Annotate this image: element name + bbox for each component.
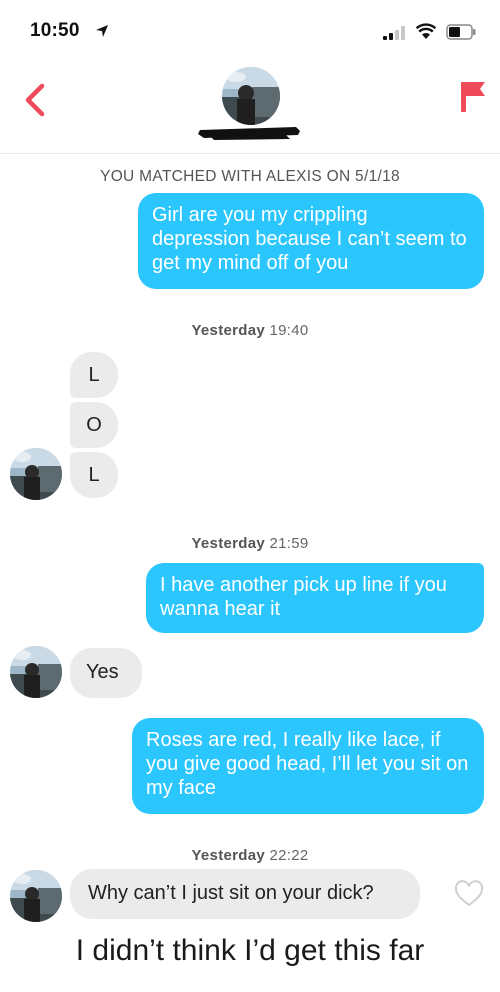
message-bubble-outgoing: Roses are red, I really like lace, if yo… bbox=[132, 718, 484, 814]
location-arrow-icon bbox=[96, 25, 108, 37]
message-text: L bbox=[88, 364, 100, 386]
sender-avatar[interactable] bbox=[10, 646, 62, 698]
heart-icon[interactable] bbox=[454, 880, 484, 908]
sender-avatar[interactable] bbox=[10, 870, 62, 922]
message-bubble-incoming: Yes bbox=[70, 648, 142, 698]
message-bubble-outgoing: Girl are you my crippling depression bec… bbox=[138, 193, 484, 289]
message-text: I have another pick up line if you wanna… bbox=[160, 574, 447, 620]
battery-icon bbox=[446, 24, 476, 40]
message-bubble-incoming: L bbox=[70, 352, 118, 398]
message-text: L bbox=[88, 464, 100, 486]
message-bubble-outgoing: I have another pick up line if you wanna… bbox=[146, 563, 484, 633]
match-info: YOU MATCHED WITH ALEXIS ON 5/1/18 bbox=[100, 168, 400, 185]
timestamp-time: 22:22 bbox=[269, 847, 309, 864]
message-bubble-incoming: O bbox=[70, 402, 118, 448]
message-text: Roses are red, I really like lace, if yo… bbox=[146, 729, 469, 799]
wifi-icon bbox=[416, 23, 436, 39]
timestamp-day: Yesterday bbox=[191, 535, 266, 552]
timestamp-time: 19:40 bbox=[269, 322, 309, 339]
timestamp-time: 21:59 bbox=[269, 535, 309, 552]
message-text: Yes bbox=[86, 661, 119, 683]
status-time: 10:50 bbox=[30, 20, 80, 41]
message-bubble-incoming: Why can’t I just sit on your dick? bbox=[70, 869, 420, 919]
timestamp: Yesterday 19:40 bbox=[0, 322, 500, 339]
message-text: O bbox=[86, 414, 102, 436]
timestamp: Yesterday 21:59 bbox=[0, 535, 500, 552]
timestamp: Yesterday 22:22 bbox=[0, 847, 500, 864]
timestamp-day: Yesterday bbox=[191, 322, 266, 339]
header-divider bbox=[0, 153, 500, 154]
message-text: Why can’t I just sit on your dick? bbox=[88, 882, 374, 904]
name-redaction-mark bbox=[198, 127, 300, 140]
signal-icon bbox=[383, 26, 405, 40]
flag-icon[interactable] bbox=[460, 80, 486, 114]
meme-caption: I didn’t think I’d get this far bbox=[75, 934, 425, 967]
timestamp-day: Yesterday bbox=[191, 847, 266, 864]
message-bubble-incoming: L bbox=[70, 452, 118, 498]
message-text: Girl are you my crippling depression bec… bbox=[152, 204, 467, 274]
match-avatar[interactable] bbox=[222, 67, 280, 125]
sender-avatar[interactable] bbox=[10, 448, 62, 500]
back-chevron-icon[interactable] bbox=[20, 80, 52, 120]
